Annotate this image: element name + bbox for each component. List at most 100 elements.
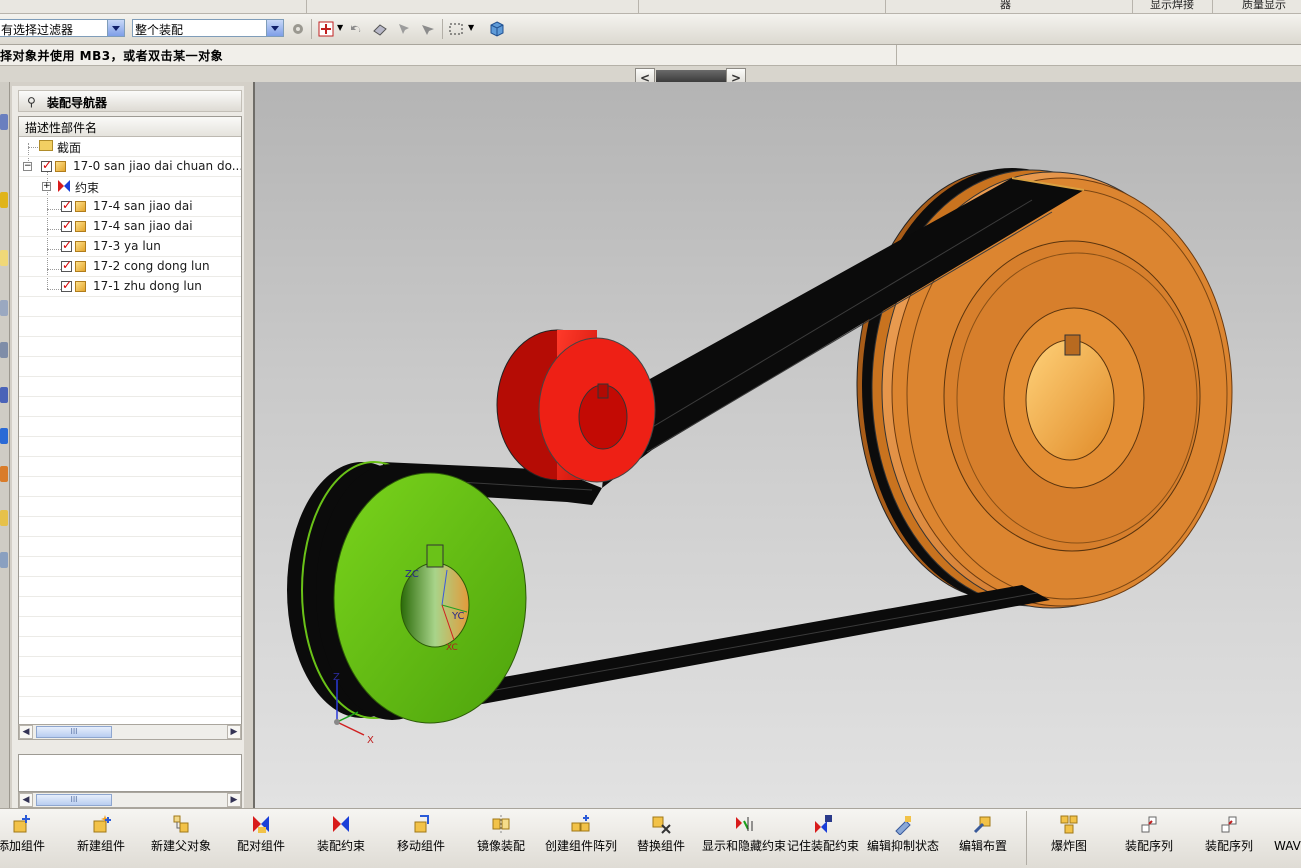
tree-row-part[interactable]: 17-2 cong dong lun <box>19 257 241 277</box>
selection-toolbar: 有选择过滤器 整个装配 ▼ ▼ <box>0 14 1301 45</box>
type-filter-dropdown[interactable]: 有选择过滤器 <box>0 19 125 37</box>
tree-row-constraints[interactable]: + 约束 <box>19 177 241 197</box>
replace-component-button[interactable]: 替换组件 <box>622 809 700 868</box>
strip-label[interactable]: 质量显示 <box>1242 0 1286 12</box>
cube-icon[interactable] <box>489 21 505 37</box>
navigator-title: 装配导航器 <box>47 96 108 110</box>
chevron-down-icon[interactable] <box>107 20 124 36</box>
graphics-viewport[interactable]: ZC YC XC Z X <box>253 82 1301 808</box>
reset-filter-icon[interactable] <box>290 21 306 37</box>
scrollbar-thumb[interactable]: III <box>36 726 112 738</box>
resource-tab-icon[interactable] <box>0 342 8 358</box>
chevron-down-icon[interactable] <box>266 20 283 36</box>
tree-horizontal-scrollbar[interactable]: ◀ III ▶ <box>18 724 242 740</box>
tree-row-empty <box>19 457 241 477</box>
pin-icon[interactable]: ⚲ <box>27 95 36 109</box>
select-chain-icon[interactable] <box>420 21 436 37</box>
assembly-constraints-button[interactable]: 装配约束 <box>302 809 380 868</box>
tree-row-empty <box>19 617 241 637</box>
tool-label: 编辑布置 <box>958 839 1007 853</box>
strip-label[interactable]: 显示焊接 <box>1150 0 1194 12</box>
add-component-button[interactable]: 添加组件 <box>0 809 60 868</box>
tree-row-section[interactable]: 截面 <box>19 137 241 157</box>
resource-tab-icon[interactable] <box>0 510 8 526</box>
collapse-icon[interactable]: − <box>23 162 32 171</box>
resource-tab-icon[interactable] <box>0 428 8 444</box>
resource-tab-icon[interactable] <box>0 300 8 316</box>
mirror-assembly-button[interactable]: 镜像装配 <box>462 809 540 868</box>
scroll-left-arrow[interactable]: ◀ <box>19 725 33 739</box>
tool-label: WAVE 链 <box>1274 839 1301 853</box>
resource-tab-icon[interactable] <box>0 192 8 208</box>
preview-horizontal-scrollbar[interactable]: ◀ III ▶ <box>18 792 242 808</box>
assembly-sequence-button[interactable]: 装配序列 <box>1110 809 1188 868</box>
scroll-right-arrow[interactable]: ▶ <box>227 793 241 807</box>
tool-label: 装配序列 <box>1204 839 1253 853</box>
tree-row-empty <box>19 297 241 317</box>
cue-line: 择对象并使用 MB3，或者双击某一对象 <box>0 45 1301 66</box>
visibility-checkbox[interactable] <box>61 258 72 272</box>
column-header[interactable]: 描述性部件名 <box>19 117 241 137</box>
tree-row-part[interactable]: 17-3 ya lun <box>19 237 241 257</box>
expand-icon[interactable]: + <box>42 182 51 191</box>
resource-tab-icon[interactable] <box>0 250 8 266</box>
undo-icon[interactable] <box>348 21 364 37</box>
scroll-right-arrow[interactable]: ▶ <box>227 725 241 739</box>
remember-constraints-button[interactable]: 记住装配约束 <box>784 809 862 868</box>
tree-row-assembly[interactable]: − 17-0 san jiao dai chuan do... <box>19 157 241 177</box>
assembly-navigator-panel: ⚲ 装配导航器 描述性部件名 截面 − 17-0 san jiao dai ch… <box>12 86 244 810</box>
move-component-button[interactable]: 移动组件 <box>382 809 460 868</box>
tool-label: 配对组件 <box>236 839 285 853</box>
axis-label-z: Z <box>333 672 340 683</box>
tree-row-part[interactable]: 17-1 zhu dong lun <box>19 277 241 297</box>
toolbar-separator <box>1026 811 1027 865</box>
snap-point-icon[interactable] <box>318 21 334 37</box>
scrollbar-thumb[interactable]: III <box>36 794 112 806</box>
show-hide-constraints-button[interactable]: 显示和隐藏约束 <box>702 809 786 868</box>
visibility-checkbox[interactable] <box>61 238 72 252</box>
assembly-sequence-button-2[interactable]: 装配序列 <box>1190 809 1268 868</box>
visibility-checkbox[interactable] <box>61 218 72 232</box>
tree-node-label: 17-2 cong dong lun <box>93 259 210 273</box>
tree-row-empty <box>19 597 241 617</box>
resource-tab-icon[interactable] <box>0 466 8 482</box>
chevron-down-icon[interactable]: ▼ <box>468 23 474 32</box>
wave-link-button[interactable]: WAVE 链 <box>1262 809 1301 868</box>
tree-node-label: 17-1 zhu dong lun <box>93 279 202 293</box>
tool-label: 替换组件 <box>636 839 685 853</box>
mate-component-icon <box>253 816 269 833</box>
tool-label: 装配约束 <box>316 839 365 853</box>
part-icon <box>75 201 86 212</box>
selection-scope-dropdown[interactable]: 整个装配 <box>132 19 284 37</box>
visibility-checkbox[interactable] <box>61 198 72 212</box>
visibility-checkbox[interactable] <box>61 278 72 292</box>
new-component-button[interactable]: 新建组件 <box>62 809 140 868</box>
idler-pulley[interactable] <box>496 329 656 483</box>
edit-suppression-button[interactable]: 编辑抑制状态 <box>864 809 942 868</box>
edit-arrangement-button[interactable]: 编辑布置 <box>944 809 1022 868</box>
strip-label[interactable]: 器 <box>1000 0 1011 12</box>
belt-drive-model[interactable]: ZC YC XC Z X <box>255 82 1301 808</box>
tool-label: 爆炸图 <box>1050 839 1087 853</box>
cue-text: 择对象并使用 MB3，或者双击某一对象 <box>0 49 224 63</box>
resource-tab-icon[interactable] <box>0 387 8 403</box>
assembly-icon <box>55 161 66 172</box>
small-pulley[interactable] <box>287 461 527 724</box>
eraser-icon[interactable] <box>372 21 388 37</box>
resource-tab-icon[interactable] <box>0 552 8 568</box>
chevron-down-icon[interactable]: ▼ <box>337 23 343 32</box>
mate-component-button[interactable]: 配对组件 <box>222 809 300 868</box>
tree-row-part[interactable]: 17-4 san jiao dai <box>19 197 241 217</box>
navigator-preview-pane <box>18 754 242 792</box>
select-tool-icon[interactable] <box>396 21 412 37</box>
resource-tab-icon[interactable] <box>0 114 8 130</box>
exploded-view-button[interactable]: 爆炸图 <box>1030 809 1108 868</box>
create-component-array-button[interactable]: 创建组件阵列 <box>542 809 620 868</box>
tree-row-part[interactable]: 17-4 san jiao dai <box>19 217 241 237</box>
rectangle-select-icon[interactable] <box>448 21 464 37</box>
axis-label-zc: ZC <box>405 569 419 580</box>
scroll-left-arrow[interactable]: ◀ <box>19 793 33 807</box>
tree-node-label: 17-4 san jiao dai <box>93 199 193 213</box>
new-parent-button[interactable]: 新建父对象 <box>142 809 220 868</box>
visibility-checkbox[interactable] <box>41 158 52 172</box>
